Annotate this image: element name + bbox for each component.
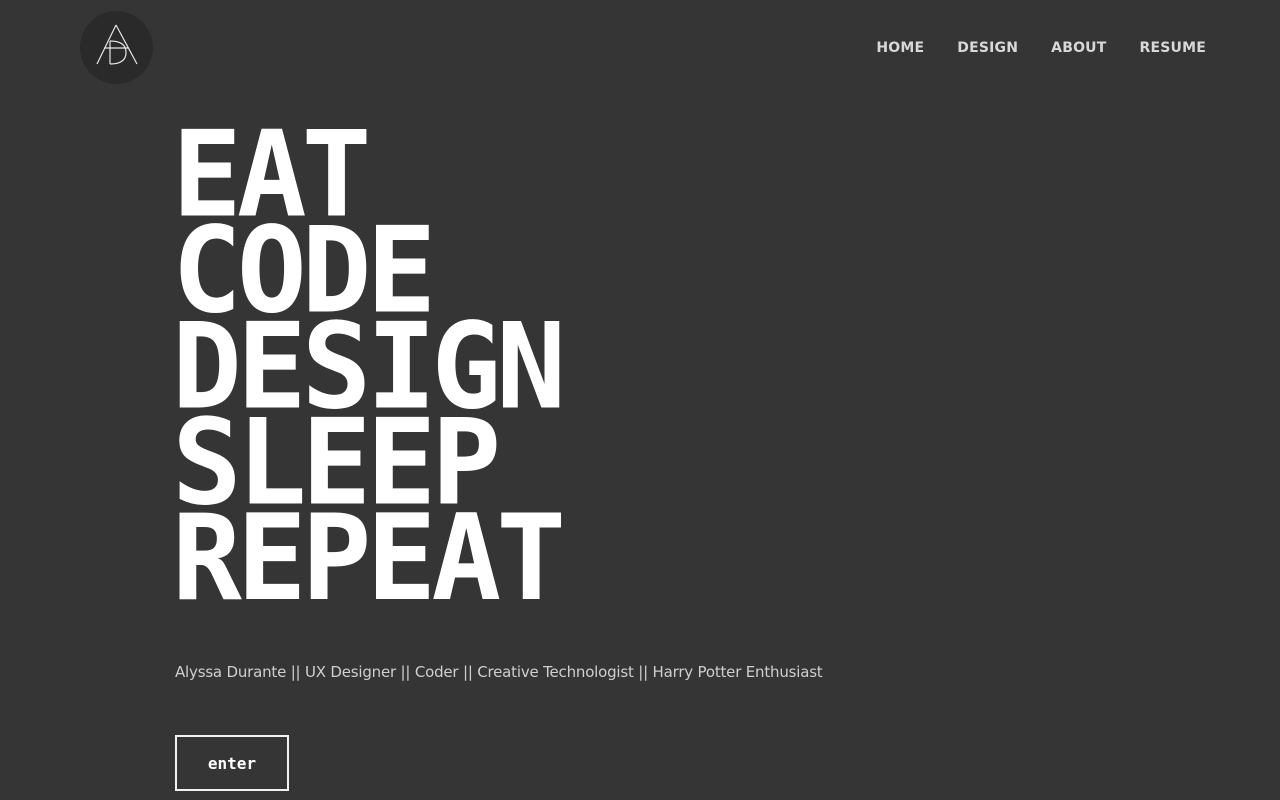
nav-home[interactable]: HOME <box>876 38 924 58</box>
logo-monogram-icon <box>96 24 138 65</box>
logo[interactable] <box>80 11 153 84</box>
hero-tagline: Alyssa Durante || UX Designer || Coder |… <box>175 663 823 681</box>
nav-resume[interactable]: RESUME <box>1140 38 1207 58</box>
nav-about[interactable]: ABOUT <box>1051 38 1106 58</box>
enter-button[interactable]: enter <box>175 735 289 791</box>
nav-design[interactable]: DESIGN <box>957 38 1018 58</box>
main-nav: HOME DESIGN ABOUT RESUME <box>843 38 1206 58</box>
hero-headline: EAT CODE DESIGN SLEEP REPEAT <box>172 116 566 628</box>
headline-line-repeat: REPEAT <box>172 490 566 628</box>
